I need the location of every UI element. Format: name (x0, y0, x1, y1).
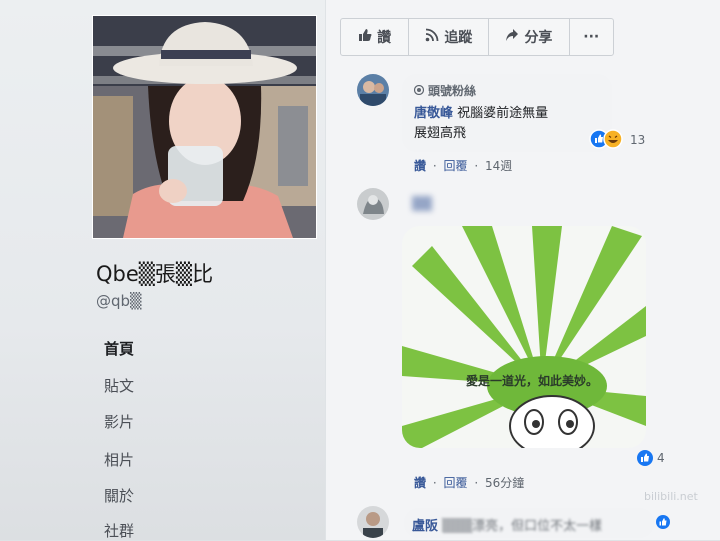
share-label: 分享 (524, 30, 553, 46)
comment-reply-link[interactable]: 回覆 (444, 159, 468, 173)
page-action-bar: 讚 追蹤 分享 ··· (340, 18, 614, 56)
comment-bubble: 盧阪 ▒▒▒漂亮，但口位不太一樣 (404, 508, 654, 538)
nav-item-about[interactable]: 關於 (104, 485, 134, 506)
reaction-count[interactable]: 13 (630, 133, 645, 147)
reaction-count[interactable]: 4 (657, 451, 665, 465)
profile-handle[interactable]: @qb▒ (96, 292, 142, 310)
comment-text: 唐敬峰 祝腦婆前途無量 展翅高飛 (414, 104, 604, 144)
comment-text: 盧阪 ▒▒▒漂亮，但口位不太一樣 (412, 515, 602, 534)
thumbs-up-icon (358, 28, 372, 46)
top-fan-badge: 頭號粉絲 (413, 82, 477, 99)
more-options-icon: ··· (583, 29, 600, 45)
comment-author-link[interactable]: 唐敬峰 (414, 106, 453, 121)
avatar[interactable] (357, 188, 389, 220)
comment-text-line1: 祝腦婆前途無量 (457, 106, 549, 121)
comment-timestamp[interactable]: 56分鐘 (485, 476, 524, 490)
avatar[interactable] (357, 506, 389, 538)
nav-item-photos[interactable]: 相片 (104, 449, 134, 470)
profile-name-text: Qbe▒張▒比 (96, 262, 214, 286)
nav-item-community[interactable]: 社群 (104, 520, 134, 541)
profile-handle-text: @qb▒ (96, 292, 142, 310)
comment-meta: 讚 · 回覆 · 56分鐘 (414, 476, 525, 490)
sun-rays-sticker-icon (402, 226, 646, 448)
like-page-label: 讚 (377, 30, 392, 46)
like-page-button[interactable]: 讚 (341, 19, 410, 55)
comment-author-link[interactable]: ▒▒ (412, 197, 432, 212)
comment-bubble: 頭號粉絲 唐敬峰 祝腦婆前途無量 展翅高飛 (402, 74, 612, 152)
comment-timestamp[interactable]: 14週 (485, 159, 512, 173)
follow-label: 追蹤 (444, 30, 473, 46)
nav-item-videos[interactable]: 影片 (104, 411, 134, 432)
profile-photo[interactable] (92, 15, 317, 239)
rss-icon (425, 28, 439, 46)
badge-icon (413, 84, 425, 98)
sticker-caption: 愛是一道光，如此美妙。 (466, 374, 599, 388)
share-button[interactable]: 分享 (489, 19, 570, 55)
top-fan-label: 頭號粉絲 (428, 84, 477, 98)
like-reaction-icon (655, 514, 671, 534)
like-reaction-icon[interactable] (636, 449, 654, 471)
more-options-button[interactable]: ··· (570, 19, 614, 55)
reactions-summary[interactable] (589, 129, 625, 153)
comment-reply-link[interactable]: 回覆 (444, 476, 468, 490)
watermark-text: bilibili.net (644, 490, 698, 503)
share-arrow-icon (505, 28, 519, 46)
sticker-image[interactable] (402, 226, 646, 448)
comment-meta: 讚 · 回覆 · 14週 (414, 159, 513, 173)
profile-photo-image (93, 16, 316, 238)
comment-author-link[interactable]: 盧阪 (412, 519, 438, 534)
comment-text-line2: 展翅高飛 (414, 126, 467, 141)
comment-text-body: ▒▒▒漂亮，但口位不太一樣 (442, 519, 603, 534)
nav-item-posts[interactable]: 貼文 (104, 375, 134, 396)
follow-button[interactable]: 追蹤 (409, 19, 490, 55)
profile-name: Qbe▒張▒比 (96, 258, 213, 288)
comment-like-link[interactable]: 讚 (414, 159, 426, 173)
avatar[interactable] (357, 74, 389, 106)
nav-item-home[interactable]: 首頁 (104, 338, 134, 359)
comment-like-link[interactable]: 讚 (414, 476, 426, 490)
like-reaction-icon (589, 129, 625, 153)
